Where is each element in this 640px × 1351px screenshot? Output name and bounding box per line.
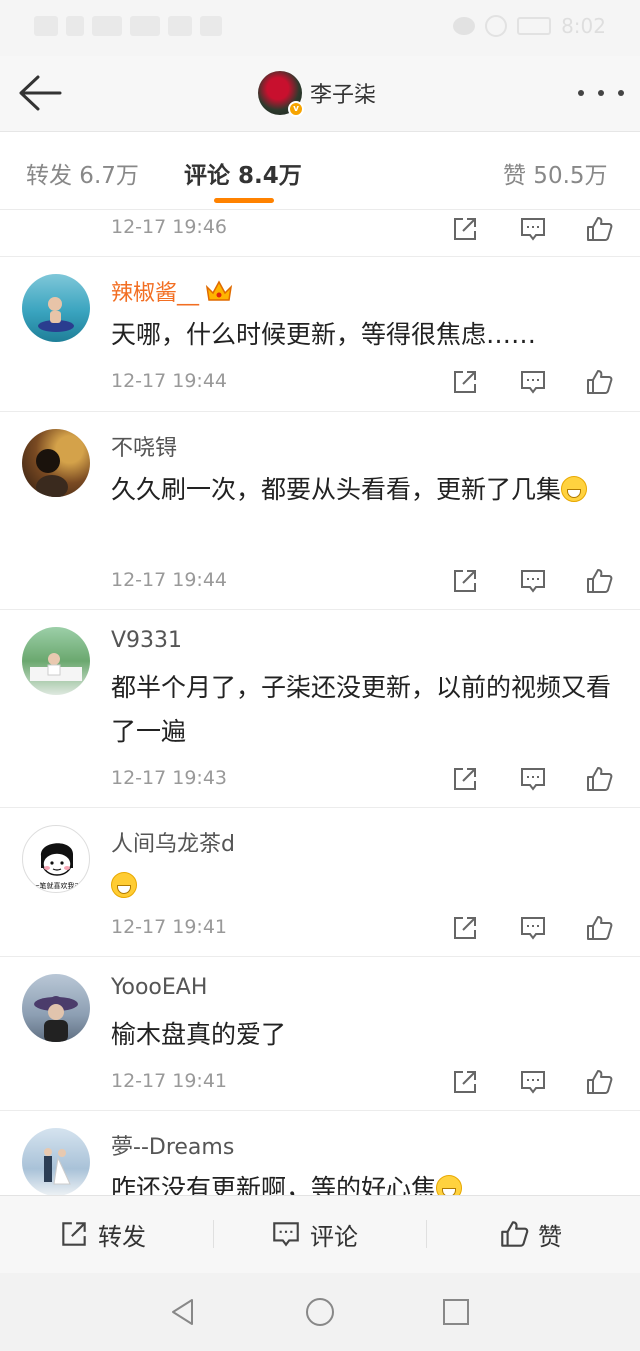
- comment-text: 咋还没有更新啊，等的好心焦: [111, 1167, 621, 1195]
- comment-text-content: 咋还没有更新啊，等的好心焦: [111, 1174, 437, 1195]
- list-item: 辣椒酱__ 天哪，什么时候更新，等得很焦虑…… 12-17 19:44: [0, 257, 640, 412]
- page-title: 李子柒: [310, 83, 377, 108]
- comment-username[interactable]: 夢--Dreams: [111, 1129, 234, 1161]
- comment-icon[interactable]: [518, 913, 548, 943]
- avatar[interactable]: [22, 974, 90, 1042]
- comment-text: 久久刷一次，都要从头看看，更新了几集: [111, 468, 621, 512]
- tab-repost[interactable]: 转发 6.7万: [26, 156, 139, 190]
- list-item: YoooEAH 榆木盘真的爱了 12-17 19:41: [0, 957, 640, 1111]
- avatar[interactable]: [22, 1128, 90, 1195]
- nav-back-icon[interactable]: [168, 1297, 198, 1327]
- comment-icon[interactable]: [518, 367, 548, 397]
- like-icon[interactable]: [584, 214, 614, 244]
- comment-text-content: 久久刷一次，都要从头看看，更新了几集: [111, 475, 562, 504]
- like-icon[interactable]: [584, 367, 614, 397]
- tab-comments[interactable]: 评论 8.4万: [184, 156, 302, 190]
- comment-username[interactable]: 人间乌龙茶d: [111, 826, 235, 858]
- divider: [426, 1220, 427, 1248]
- list-item: 不哓锝 久久刷一次，都要从头看看，更新了几集 12-17 19:44: [0, 412, 640, 610]
- crown-icon: [205, 279, 233, 303]
- comment-username[interactable]: 辣椒酱__: [111, 275, 233, 307]
- tab-likes[interactable]: 赞 50.5万: [503, 156, 608, 190]
- repost-icon: [62, 1222, 86, 1246]
- kiss-emoji-icon: [111, 872, 137, 898]
- like-icon: [501, 1221, 529, 1247]
- status-icons-left: [34, 16, 222, 36]
- repost-button[interactable]: 转发: [58, 1216, 146, 1252]
- comment-time: 12-17 19:43: [111, 767, 228, 789]
- comment-actions: [450, 764, 630, 794]
- list-item: 一笔就喜欢我对 人间乌龙茶d 12-17 19:41: [0, 808, 640, 957]
- verified-badge-icon: v: [288, 101, 304, 117]
- avatar[interactable]: v: [258, 71, 304, 117]
- avatar[interactable]: 一笔就喜欢我对: [22, 825, 90, 893]
- comment-icon[interactable]: [518, 566, 548, 596]
- profile-title[interactable]: v 李子柒: [258, 70, 377, 117]
- repost-icon[interactable]: [450, 764, 480, 794]
- repost-icon[interactable]: [450, 214, 480, 244]
- comment-icon: [273, 1222, 299, 1247]
- like-icon[interactable]: [584, 566, 614, 596]
- comment-list: 12-17 19:46 辣椒酱__ 天哪，什么时候更新，等得很焦虑…… 12-1…: [0, 210, 640, 1195]
- like-icon[interactable]: [584, 1067, 614, 1097]
- comment-button[interactable]: 评论: [270, 1216, 358, 1252]
- comment-actions: [450, 566, 630, 596]
- comment-time: 12-17 19:41: [111, 1070, 228, 1092]
- system-nav-bar: [0, 1273, 640, 1351]
- blush-emoji-icon: [436, 1175, 463, 1195]
- comment-time: 12-17 19:46: [111, 216, 228, 238]
- comment-actions: [450, 214, 630, 244]
- list-item: 12-17 19:46: [0, 210, 640, 257]
- repost-icon[interactable]: [450, 367, 480, 397]
- avatar[interactable]: [22, 429, 90, 497]
- avatar-caption: 一笔就喜欢我对: [33, 881, 82, 890]
- comment-username[interactable]: V9331: [111, 628, 182, 653]
- comment-icon[interactable]: [518, 1067, 548, 1097]
- like-button[interactable]: 赞: [498, 1216, 562, 1252]
- like-label: 赞: [538, 1222, 562, 1251]
- status-icons-right: 8:02: [453, 14, 606, 38]
- bottom-action-bar: 转发 评论 赞: [0, 1195, 640, 1273]
- comment-text: 榆木盘真的爱了: [111, 1020, 287, 1049]
- top-header: v 李子柒: [0, 56, 640, 132]
- repost-label: 转发: [98, 1222, 146, 1251]
- comment-text: 都半个月了，子柒还没更新，以前的视频又看了一遍: [111, 673, 612, 746]
- comment-icon[interactable]: [518, 764, 548, 794]
- avatar[interactable]: [22, 274, 90, 342]
- comment-time: 12-17 19:44: [111, 569, 228, 591]
- comment-icon[interactable]: [518, 214, 548, 244]
- list-item: V9331 都半个月了，子柒还没更新，以前的视频又看了一遍 12-17 19:4…: [0, 610, 640, 808]
- comment-text: [111, 864, 621, 908]
- more-dots-icon[interactable]: [578, 78, 624, 108]
- comment-text: 天哪，什么时候更新，等得很焦虑……: [111, 320, 537, 349]
- comment-username[interactable]: YoooEAH: [111, 975, 207, 1000]
- list-item: 夢--Dreams 咋还没有更新啊，等的好心焦: [0, 1111, 640, 1195]
- comment-actions: [450, 367, 630, 397]
- divider: [213, 1220, 214, 1248]
- comment-time: 12-17 19:41: [111, 916, 228, 938]
- status-bar: 8:02: [0, 0, 640, 56]
- comment-actions: [450, 1067, 630, 1097]
- nav-recent-icon[interactable]: [441, 1297, 471, 1327]
- status-time: 8:02: [561, 14, 606, 38]
- like-icon[interactable]: [584, 764, 614, 794]
- repost-icon[interactable]: [450, 913, 480, 943]
- repost-icon[interactable]: [450, 1067, 480, 1097]
- active-tab-indicator: [214, 198, 274, 203]
- username-text: 辣椒酱__: [111, 281, 200, 306]
- arrow-left-icon[interactable]: [16, 72, 62, 114]
- like-icon[interactable]: [584, 913, 614, 943]
- repost-icon[interactable]: [450, 566, 480, 596]
- comment-time: 12-17 19:44: [111, 370, 228, 392]
- avatar[interactable]: [22, 627, 90, 695]
- nav-home-icon[interactable]: [305, 1297, 335, 1327]
- comment-label: 评论: [310, 1222, 358, 1251]
- tab-bar: 转发 6.7万 评论 8.4万 赞 50.5万: [0, 132, 640, 210]
- comment-actions: [450, 913, 630, 943]
- grin-emoji-icon: [561, 476, 588, 502]
- comment-username[interactable]: 不哓锝: [111, 430, 177, 462]
